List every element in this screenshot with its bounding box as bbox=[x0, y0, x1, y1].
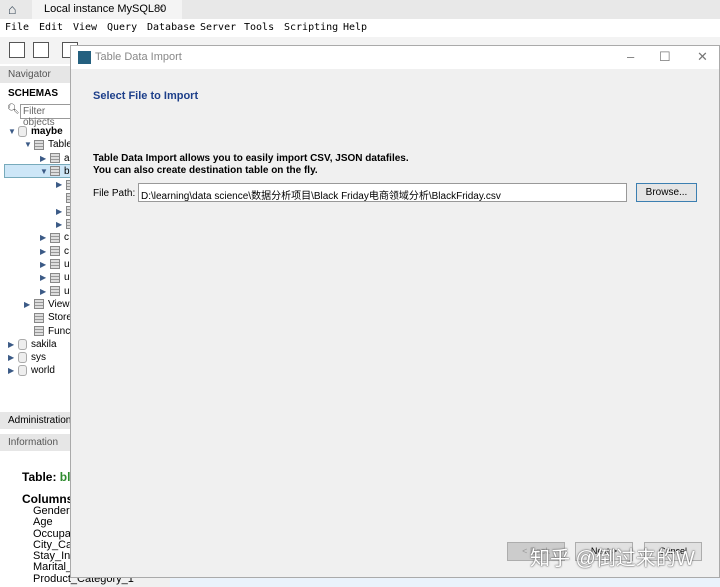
tree-item-label: sakila bbox=[31, 338, 57, 350]
table-icon bbox=[50, 246, 60, 257]
tree-item[interactable]: ▶ u bbox=[40, 285, 70, 298]
new-sql-tab-icon[interactable] bbox=[9, 42, 25, 58]
tree-item-label: u bbox=[64, 259, 70, 270]
folder-icon bbox=[34, 325, 44, 336]
table-label: Table: bbox=[22, 470, 57, 484]
collapsed-arrow-icon[interactable]: ▶ bbox=[40, 285, 50, 298]
menu-database[interactable]: Database bbox=[147, 22, 195, 33]
schemas-label: SCHEMAS bbox=[8, 88, 59, 99]
database-icon bbox=[18, 338, 27, 350]
tree-item[interactable]: ▼ maybe bbox=[8, 125, 63, 138]
collapsed-arrow-icon[interactable]: ▶ bbox=[40, 245, 50, 258]
collapsed-arrow-icon[interactable]: ▶ bbox=[56, 218, 66, 231]
collapsed-arrow-icon[interactable]: ▶ bbox=[56, 178, 66, 191]
collapsed-arrow-icon[interactable]: ▶ bbox=[8, 351, 18, 364]
tree-item-label: sys bbox=[31, 352, 46, 364]
expanded-arrow-icon[interactable]: ▼ bbox=[24, 138, 34, 151]
description-line: Table Data Import allows you to easily i… bbox=[93, 153, 409, 164]
menu-help[interactable]: Help bbox=[343, 22, 367, 33]
information-header: Information bbox=[0, 434, 70, 451]
tree-item-label: a bbox=[64, 152, 70, 164]
minimize-icon[interactable]: – bbox=[627, 49, 634, 64]
collapsed-arrow-icon[interactable]: ▶ bbox=[8, 338, 18, 351]
description-line: You can also create destination table on… bbox=[93, 165, 318, 176]
tree-item[interactable]: ▶ sakila bbox=[8, 338, 57, 351]
browse-button[interactable]: Browse... bbox=[636, 183, 697, 202]
maximize-icon[interactable]: ☐ bbox=[659, 49, 671, 65]
menu-scripting[interactable]: Scripting bbox=[284, 22, 338, 33]
collapsed-arrow-icon[interactable]: ▶ bbox=[24, 298, 34, 311]
table-icon bbox=[50, 259, 60, 270]
menu-edit[interactable]: Edit bbox=[39, 22, 63, 33]
collapsed-arrow-icon[interactable]: ▶ bbox=[40, 258, 50, 271]
tree-item[interactable]: ▼ b bbox=[40, 165, 70, 178]
folder-icon bbox=[34, 139, 44, 150]
tab-local-instance[interactable]: Local instance MySQL80 × bbox=[32, 0, 182, 19]
filter-objects-input[interactable]: Filter objects bbox=[20, 104, 75, 128]
open-sql-file-icon[interactable] bbox=[33, 42, 49, 58]
table-icon bbox=[50, 166, 60, 177]
tab-administration[interactable]: Administration bbox=[0, 412, 71, 429]
tree-item-label: c bbox=[64, 232, 69, 244]
folder-icon bbox=[34, 299, 44, 310]
tree-item-label: u bbox=[64, 285, 70, 297]
description: Table Data Import allows you to easily i… bbox=[93, 153, 409, 177]
menu-view[interactable]: View bbox=[73, 22, 97, 33]
collapsed-arrow-icon[interactable]: ▶ bbox=[40, 271, 50, 284]
database-icon bbox=[18, 351, 27, 363]
table-icon bbox=[50, 152, 60, 163]
tab-title: Local instance MySQL80 bbox=[44, 3, 167, 15]
close-icon[interactable]: ✕ bbox=[697, 49, 708, 65]
home-icon[interactable]: ⌂ bbox=[8, 1, 24, 17]
collapsed-arrow-icon[interactable]: ▶ bbox=[56, 205, 66, 218]
database-icon bbox=[18, 365, 27, 377]
menu-file[interactable]: File bbox=[5, 22, 29, 33]
tree-item[interactable]: ▼ Tables bbox=[24, 138, 77, 151]
menu-bar: File Edit View Query Database Server Tools Scri… bbox=[0, 19, 720, 37]
tree-item[interactable]: ▶ c bbox=[40, 231, 69, 244]
navigator-header: Navigator bbox=[0, 66, 70, 83]
menu-server[interactable]: Server bbox=[200, 22, 236, 33]
tree-item[interactable]: ▶ c bbox=[40, 245, 69, 258]
table-icon bbox=[50, 272, 60, 283]
tree-item[interactable]: ▶ sys bbox=[8, 351, 46, 364]
tree-item-label: b bbox=[64, 165, 70, 177]
watermark: 知乎 @倒过来的W bbox=[530, 548, 695, 570]
collapsed-arrow-icon[interactable]: ▶ bbox=[40, 152, 50, 165]
dialog-title-bar: Table Data Import – ☐ ✕ bbox=[71, 46, 719, 69]
table-data-import-dialog: Table Data Import – ☐ ✕ Select File to I… bbox=[70, 45, 720, 578]
menu-tools[interactable]: Tools bbox=[244, 22, 274, 33]
tree-item[interactable]: ▶ u bbox=[40, 258, 70, 271]
table-icon bbox=[50, 285, 60, 296]
step-heading: Select File to Import bbox=[93, 90, 199, 102]
expanded-arrow-icon[interactable]: ▼ bbox=[40, 165, 50, 178]
close-tab-icon[interactable]: × bbox=[158, 3, 164, 15]
mysql-workbench-logo-icon bbox=[78, 51, 91, 64]
collapsed-arrow-icon[interactable]: ▶ bbox=[40, 231, 50, 244]
menu-query[interactable]: Query bbox=[107, 22, 137, 33]
tree-item-label: c bbox=[64, 245, 69, 257]
tree-item[interactable]: ▶ a bbox=[40, 152, 70, 165]
tab-bar: ⌂ Local instance MySQL80 × bbox=[0, 0, 720, 19]
database-icon bbox=[18, 125, 27, 137]
tree-item[interactable]: ▶ Views bbox=[24, 298, 75, 311]
tree-item-label: u bbox=[64, 272, 70, 284]
file-path-input[interactable]: D:\learning\data science\数据分析项目\Black Fr… bbox=[138, 183, 627, 202]
collapsed-arrow-icon[interactable]: ▶ bbox=[8, 364, 18, 377]
output-area bbox=[170, 578, 720, 587]
search-icon: 🔍︎ bbox=[7, 104, 20, 115]
table-icon bbox=[50, 232, 60, 243]
tree-item[interactable]: ▶ u bbox=[40, 271, 70, 284]
folder-icon bbox=[34, 312, 44, 323]
file-path-label: File Path: bbox=[93, 188, 136, 199]
tree-item[interactable]: ▶ world bbox=[8, 364, 55, 377]
dialog-title: Table Data Import bbox=[95, 51, 182, 63]
expanded-arrow-icon[interactable]: ▼ bbox=[8, 125, 18, 138]
tree-item-label: world bbox=[31, 365, 55, 377]
tree-item-label: maybe bbox=[31, 126, 63, 137]
